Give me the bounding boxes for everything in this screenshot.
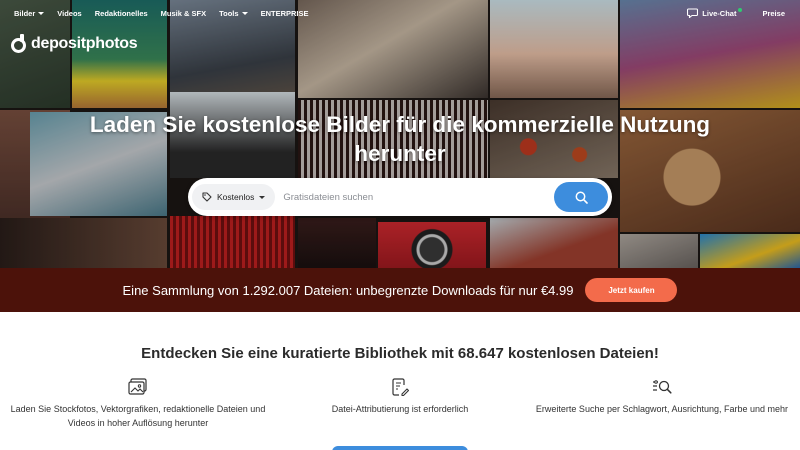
feature-item: Datei-Attributierung ist erforderlich bbox=[270, 376, 530, 416]
depositphotos-logo-icon bbox=[11, 34, 26, 53]
chevron-down-icon bbox=[259, 196, 266, 199]
nav-item-bilder[interactable]: Bilder bbox=[14, 9, 45, 18]
promo-banner: Eine Sammlung von 1.292.007 Dateien: unb… bbox=[0, 268, 800, 312]
online-status-dot bbox=[738, 8, 743, 12]
chevron-down-icon bbox=[241, 12, 248, 15]
document-edit-icon bbox=[392, 378, 410, 397]
nav-item-musik-sfx[interactable]: Musik & SFX bbox=[161, 9, 206, 18]
image-gallery-icon bbox=[128, 378, 147, 395]
feature-text: Datei-Attributierung ist erforderlich bbox=[331, 404, 469, 414]
live-chat-button[interactable]: Live-Chat bbox=[687, 8, 743, 18]
chevron-down-icon bbox=[38, 12, 45, 15]
nav-item-videos[interactable]: Videos bbox=[57, 9, 81, 18]
search-bar: Kostenlos bbox=[188, 178, 612, 216]
hero-headline: Laden Sie kostenlose Bilder für die komm… bbox=[89, 112, 711, 166]
feature-item: Erweiterte Suche per Schlagwort, Ausrich… bbox=[532, 376, 792, 416]
cta-button[interactable] bbox=[332, 446, 468, 450]
hero-section: Bilder Videos Redaktionelles Musik & SFX… bbox=[0, 0, 800, 268]
search-input[interactable] bbox=[283, 191, 554, 203]
promo-text: Eine Sammlung von 1.292.007 Dateien: unb… bbox=[122, 282, 574, 298]
feature-item: Laden Sie Stockfotos, Vektorgrafiken, re… bbox=[8, 376, 268, 430]
discover-title: Entdecken Sie eine kuratierte Bibliothek… bbox=[141, 345, 659, 362]
license-filter-dropdown[interactable]: Kostenlos bbox=[192, 184, 276, 210]
chat-icon bbox=[687, 8, 699, 18]
nav-item-preise[interactable]: Preise bbox=[762, 9, 785, 18]
search-icon bbox=[575, 191, 588, 204]
nav-item-redaktionelles[interactable]: Redaktionelles bbox=[95, 9, 148, 18]
depositphotos-logo[interactable]: depositphotos bbox=[11, 34, 138, 53]
buy-now-button[interactable]: Jetzt kaufen bbox=[585, 278, 678, 302]
feature-text: Erweiterte Suche per Schlagwort, Ausrich… bbox=[535, 404, 789, 414]
nav-item-tools[interactable]: Tools bbox=[219, 9, 248, 18]
feature-text: Laden Sie Stockfotos, Vektorgrafiken, re… bbox=[10, 404, 266, 428]
advanced-search-icon bbox=[653, 380, 672, 394]
nav-item-enterprise[interactable]: ENTERPRISE bbox=[261, 9, 309, 18]
search-button[interactable] bbox=[554, 182, 608, 212]
nav-right: Live-Chat Preise bbox=[687, 0, 785, 26]
tag-icon bbox=[202, 192, 212, 202]
top-navigation: Bilder Videos Redaktionelles Musik & SFX… bbox=[0, 0, 800, 26]
